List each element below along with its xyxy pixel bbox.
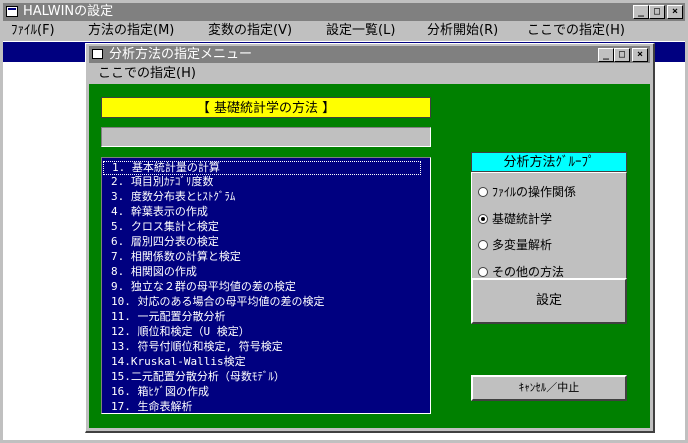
method-dialog: 分析方法の指定メニュー _ □ × ここでの指定(H) 【 基礎統計学の方法 】… — [85, 43, 655, 433]
menu-context-help[interactable]: ここでの指定(H) — [527, 21, 625, 41]
list-item[interactable]: 7. 相関係数の計算と検定 — [111, 250, 241, 264]
list-item[interactable]: 16. 箱ﾋｹﾞ図の作成 — [111, 385, 209, 399]
radio-label: ﾌｧｲﾙの操作関係 — [492, 185, 577, 199]
menu-variable[interactable]: 変数の指定(V) — [208, 21, 292, 41]
list-item[interactable]: 4. 幹葉表示の作成 — [111, 205, 208, 219]
dialog-panel: 【 基礎統計学の方法 】 1. 基本統計量の計算 2. 項目別ｶﾃｺﾞﾘ度数 3… — [89, 84, 650, 428]
dialog-title: 分析方法の指定メニュー — [109, 47, 253, 62]
list-item[interactable]: 14.Kruskal-Wallis検定 — [111, 355, 246, 369]
radio-button-selected[interactable] — [478, 214, 488, 224]
main-window: HALWINの設定 _ □ × ﾌｧｲﾙ(F) 方法の指定(M) 変数の指定(V… — [0, 0, 688, 443]
app-icon[interactable] — [6, 6, 18, 17]
close-button[interactable]: × — [667, 5, 683, 19]
list-item[interactable]: 8. 相関図の作成 — [111, 265, 197, 279]
list-item[interactable]: 17. 生命表解析 — [111, 400, 193, 413]
menu-bar: ﾌｧｲﾙ(F) 方法の指定(M) 変数の指定(V) 設定一覧(L) 分析開始(R… — [3, 21, 685, 41]
window-title: HALWINの設定 — [23, 4, 114, 19]
list-item[interactable]: 9. 独立な２群の母平均値の差の検定 — [111, 280, 296, 294]
list-item[interactable]: 3. 度数分布表とﾋｽﾄｸﾞﾗﾑ — [111, 190, 235, 204]
radio-button[interactable] — [478, 187, 488, 197]
list-item[interactable]: 1. 基本統計量の計算 — [103, 161, 421, 175]
dialog-maximize-button[interactable]: □ — [614, 48, 630, 62]
menu-start-analysis[interactable]: 分析開始(R) — [427, 21, 498, 41]
radio-label: 多変量解析 — [492, 238, 553, 252]
list-item[interactable]: 6. 層別四分表の検定 — [111, 235, 219, 249]
group-title: 分析方法ｸﾞﾙｰﾌﾟ — [471, 152, 627, 172]
method-group: ﾌｧｲﾙの操作関係 基礎統計学 多変量解析 その他の方法 — [471, 172, 627, 284]
dialog-minimize-button[interactable]: _ — [598, 48, 614, 62]
list-item[interactable]: 11. 一元配置分散分析 — [111, 310, 226, 324]
dialog-title-bar[interactable]: 分析方法の指定メニュー _ □ × — [89, 46, 650, 63]
minimize-button[interactable]: _ — [633, 5, 649, 19]
cancel-button[interactable]: ｷｬﾝｾﾙ／中止 — [471, 375, 627, 401]
radio-button[interactable] — [478, 267, 488, 277]
radio-button[interactable] — [478, 240, 488, 250]
list-item[interactable]: 2. 項目別ｶﾃｺﾞﾘ度数 — [111, 175, 213, 189]
list-item[interactable]: 13. 符号付順位和検定, 符号検定 — [111, 340, 283, 354]
menu-settings-list[interactable]: 設定一覧(L) — [326, 21, 395, 41]
set-button[interactable]: 設定 — [471, 278, 627, 324]
description-field — [101, 127, 431, 147]
menu-file[interactable]: ﾌｧｲﾙ(F) — [11, 21, 55, 41]
list-item[interactable]: 10. 対応のある場合の母平均値の差の検定 — [111, 295, 325, 309]
menu-method[interactable]: 方法の指定(M) — [88, 21, 174, 41]
list-item[interactable]: 12. 順位和検定（U 検定） — [111, 325, 250, 339]
dialog-menu-help[interactable]: ここでの指定(H) — [98, 65, 196, 83]
list-item[interactable]: 5. クロス集計と検定 — [111, 220, 219, 234]
dialog-icon[interactable] — [92, 49, 103, 59]
list-item[interactable]: 15.二元配置分散分析（母数ﾓﾃﾞﾙ） — [111, 370, 285, 384]
main-title-bar[interactable]: HALWINの設定 _ □ × — [3, 3, 685, 21]
dialog-close-button[interactable]: × — [632, 48, 648, 62]
maximize-button[interactable]: □ — [649, 5, 665, 19]
radio-label: 基礎統計学 — [492, 212, 553, 226]
section-header: 【 基礎統計学の方法 】 — [101, 97, 431, 118]
method-list[interactable]: 1. 基本統計量の計算 2. 項目別ｶﾃｺﾞﾘ度数 3. 度数分布表とﾋｽﾄｸﾞ… — [101, 157, 431, 414]
